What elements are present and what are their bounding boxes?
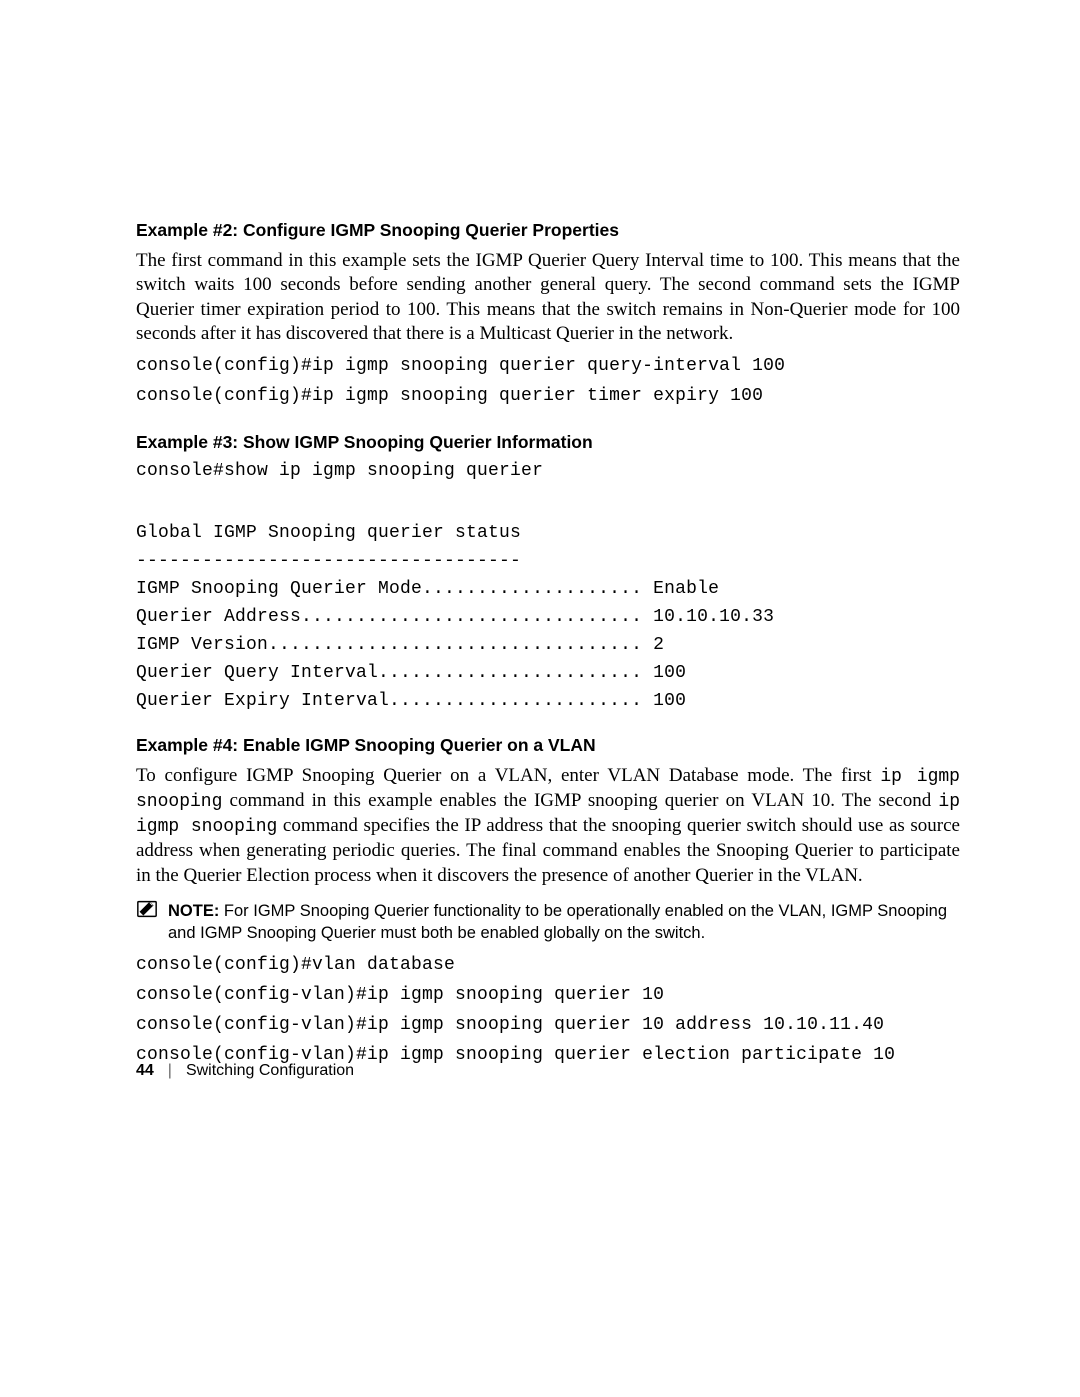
example3-line4: Querier Address.........................… (136, 607, 960, 627)
example4-heading: Example #4: Enable IGMP Snooping Querier… (136, 735, 960, 756)
example3-line7: Querier Expiry Interval.................… (136, 691, 960, 711)
example4-paragraph: To configure IGMP Snooping Querier on a … (136, 764, 960, 888)
example2-cmd1: console(config)#ip igmp snooping querier… (136, 356, 960, 376)
example3-output-block: console#show ip igmp snooping querier Gl… (136, 461, 960, 711)
example3-line5: IGMP Version............................… (136, 635, 960, 655)
pencil-icon (136, 898, 158, 925)
note-body: For IGMP Snooping Querier functionality … (168, 902, 947, 942)
footer-section: Switching Configuration (186, 1062, 354, 1080)
example3-line2: ----------------------------------- (136, 551, 960, 571)
example3-cmd1: console#show ip igmp snooping querier (136, 461, 960, 481)
example4-cmd3: console(config-vlan)#ip igmp snooping qu… (136, 1015, 960, 1035)
footer-separator: | (168, 1062, 172, 1080)
example4-text1: To configure IGMP Snooping Querier on a … (136, 765, 880, 786)
note-row: NOTE: For IGMP Snooping Querier function… (136, 898, 960, 945)
example3-line6: Querier Query Interval..................… (136, 663, 960, 683)
page-footer: 44 | Switching Configuration (136, 1062, 354, 1080)
example3-line1: Global IGMP Snooping querier status (136, 523, 960, 543)
note-text: NOTE: For IGMP Snooping Querier function… (168, 898, 960, 945)
page-content: Example #2: Configure IGMP Snooping Quer… (0, 0, 1080, 1065)
example4-cmd2: console(config-vlan)#ip igmp snooping qu… (136, 985, 960, 1005)
example4-cmd1: console(config)#vlan database (136, 955, 960, 975)
page-number: 44 (136, 1062, 154, 1080)
example2-cmd2: console(config)#ip igmp snooping querier… (136, 386, 960, 406)
example4-text2: command in this example enables the IGMP… (222, 790, 938, 811)
example3-heading: Example #3: Show IGMP Snooping Querier I… (136, 432, 960, 453)
note-label: NOTE: (168, 902, 219, 920)
example2-heading: Example #2: Configure IGMP Snooping Quer… (136, 220, 960, 241)
example2-paragraph: The first command in this example sets t… (136, 249, 960, 346)
example3-line3: IGMP Snooping Querier Mode..............… (136, 579, 960, 599)
